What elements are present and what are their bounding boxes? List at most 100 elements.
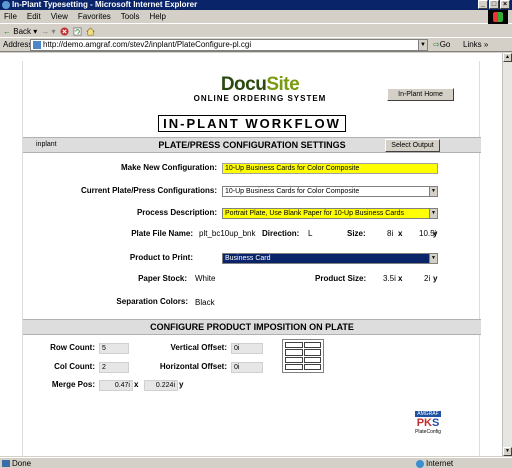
window-title: In-Plant Typesetting - Microsoft Interne… xyxy=(12,0,198,9)
product-to-print-value: Business Card xyxy=(225,255,271,262)
size-label: Size: xyxy=(347,229,366,238)
select-output-button[interactable]: Select Output xyxy=(385,139,440,152)
inplant-home-button[interactable]: In-Plant Home xyxy=(387,88,454,101)
back-button[interactable]: ← Back ▾ xyxy=(3,27,37,36)
plate-width-unit: x xyxy=(398,229,403,238)
address-bar: Address http://demo.amgraf.com/stev2/inp… xyxy=(0,38,512,52)
menu-bar: File Edit View Favorites Tools Help xyxy=(0,10,512,24)
forward-button[interactable]: → ▾ xyxy=(41,27,55,36)
horizontal-offset-label: Horizontal Offset: xyxy=(159,362,227,371)
separation-colors-label: Separation Colors: xyxy=(116,297,188,306)
product-to-print-dropdown-icon[interactable]: ▼ xyxy=(429,254,437,263)
scroll-down-arrow-icon[interactable]: ▼ xyxy=(503,447,512,456)
plate-width-value: 8i xyxy=(387,229,394,238)
badge-subtitle: PlateConfig xyxy=(415,429,441,435)
plate-height-unit: y xyxy=(433,229,438,238)
windows-logo-icon xyxy=(488,10,508,24)
preview-cell xyxy=(303,349,321,356)
preview-cell xyxy=(285,349,303,356)
preview-cell xyxy=(303,363,321,370)
docusite-logo: DocuSite ONLINE ORDERING SYSTEM xyxy=(185,75,335,103)
go-button[interactable]: ⇨Go xyxy=(433,40,450,49)
menu-tools[interactable]: Tools xyxy=(121,12,140,21)
pks-badge: AMGRAF PKS PlateConfig xyxy=(415,411,441,441)
back-arrow-icon: ← xyxy=(3,26,11,36)
home-icon[interactable] xyxy=(85,27,95,36)
current-configs-label: Current Plate/Press Configurations: xyxy=(80,186,217,195)
col-count-input[interactable]: 2 xyxy=(99,362,129,373)
browser-viewport: DocuSite ONLINE ORDERING SYSTEM In-Plant… xyxy=(0,53,502,456)
ie-logo-icon xyxy=(2,1,10,9)
merge-pos-x-input[interactable]: 0.47i xyxy=(99,380,133,391)
status-bar: Done Internet xyxy=(0,457,512,468)
refresh-icon[interactable] xyxy=(72,26,82,36)
vertical-scrollbar[interactable]: ▲ ▼ xyxy=(502,53,512,456)
imposition-section-title: CONFIGURE PRODUCT IMPOSITION ON PLATE xyxy=(150,322,354,332)
process-description-dropdown-icon[interactable]: ▼ xyxy=(429,209,437,218)
logo-title-part1: Docu xyxy=(220,74,267,95)
scroll-up-arrow-icon[interactable]: ▲ xyxy=(503,53,512,62)
vertical-offset-label: Vertical Offset: xyxy=(170,343,227,352)
current-configs-select[interactable]: 10-Up Business Cards for Color Composite… xyxy=(222,186,438,197)
security-zone-label: Internet xyxy=(426,459,454,468)
product-height-value: 2i xyxy=(424,274,431,283)
preview-cell xyxy=(303,356,321,363)
preview-cell xyxy=(285,356,303,363)
address-dropdown-button[interactable]: ▼ xyxy=(418,40,427,50)
logo-subtitle: ONLINE ORDERING SYSTEM xyxy=(193,94,327,103)
menu-view[interactable]: View xyxy=(51,12,68,21)
config-section-header: inplant PLATE/PRESS CONFIGURATION SETTIN… xyxy=(23,137,481,153)
close-button[interactable]: × xyxy=(500,0,510,9)
row-count-input[interactable]: 5 xyxy=(99,343,129,354)
plate-file-name-value: plt_bc10up_bnk xyxy=(199,229,256,238)
minimize-button[interactable]: _ xyxy=(478,0,488,9)
horizontal-offset-input[interactable]: 0i xyxy=(231,362,263,373)
page-status-icon xyxy=(2,460,10,467)
address-url: http://demo.amgraf.com/stev2/inplant/Pla… xyxy=(43,40,252,49)
menu-favorites[interactable]: Favorites xyxy=(78,12,111,21)
product-width-unit: x xyxy=(398,274,403,283)
address-input[interactable]: http://demo.amgraf.com/stev2/inplant/Pla… xyxy=(30,39,428,51)
preview-cell xyxy=(285,342,303,349)
product-height-unit: y xyxy=(433,274,438,283)
menu-edit[interactable]: Edit xyxy=(27,12,41,21)
go-arrow-icon: ⇨ xyxy=(433,40,440,49)
workflow-banner: IN-PLANT WORKFLOW xyxy=(23,115,481,134)
stop-icon[interactable] xyxy=(59,26,69,36)
vertical-offset-input[interactable]: 0i xyxy=(231,343,263,354)
menu-file[interactable]: File xyxy=(4,12,17,21)
logo-title: DocuSite xyxy=(185,75,335,94)
menu-help[interactable]: Help xyxy=(149,12,165,21)
badge-logo-part1: PK xyxy=(416,417,432,429)
row-count-label: Row Count: xyxy=(50,343,95,352)
imposition-preview xyxy=(282,339,324,373)
direction-label: Direction: xyxy=(262,229,300,238)
plate-file-name-label: Plate File Name: xyxy=(131,229,193,238)
logo-title-part2: Site xyxy=(266,74,300,95)
col-count-label: Col Count: xyxy=(54,362,95,371)
separation-colors-value: Black xyxy=(195,298,215,307)
current-configs-dropdown-icon[interactable]: ▼ xyxy=(429,187,437,196)
badge-logo: PKS xyxy=(415,417,441,429)
back-label: Back xyxy=(13,26,32,36)
make-new-config-label: Make New Configuration: xyxy=(120,163,217,172)
make-new-config-input[interactable]: 10-Up Business Cards for Color Composite xyxy=(222,163,438,174)
preview-cell xyxy=(285,363,303,370)
internet-zone-icon xyxy=(416,460,424,468)
page-icon xyxy=(33,41,41,49)
product-size-label: Product Size: xyxy=(315,274,367,283)
current-configs-value: 10-Up Business Cards for Color Composite xyxy=(225,188,360,195)
merge-pos-y-input[interactable]: 0.224i xyxy=(144,380,178,391)
window-titlebar: In-Plant Typesetting - Microsoft Interne… xyxy=(0,0,512,10)
process-description-select[interactable]: Portrait Plate, Use Blank Paper for 10-U… xyxy=(222,208,438,219)
product-to-print-select[interactable]: Business Card ▼ xyxy=(222,253,438,264)
preview-cell xyxy=(303,342,321,349)
maximize-button[interactable]: □ xyxy=(489,0,499,9)
go-label: Go xyxy=(439,40,451,49)
paper-stock-value: White xyxy=(195,274,216,283)
links-button[interactable]: Links » xyxy=(463,40,488,49)
links-label: Links xyxy=(463,40,482,49)
product-to-print-label: Product to Print: xyxy=(129,253,193,262)
status-text: Done xyxy=(12,459,32,468)
paper-stock-label: Paper Stock: xyxy=(138,274,187,283)
